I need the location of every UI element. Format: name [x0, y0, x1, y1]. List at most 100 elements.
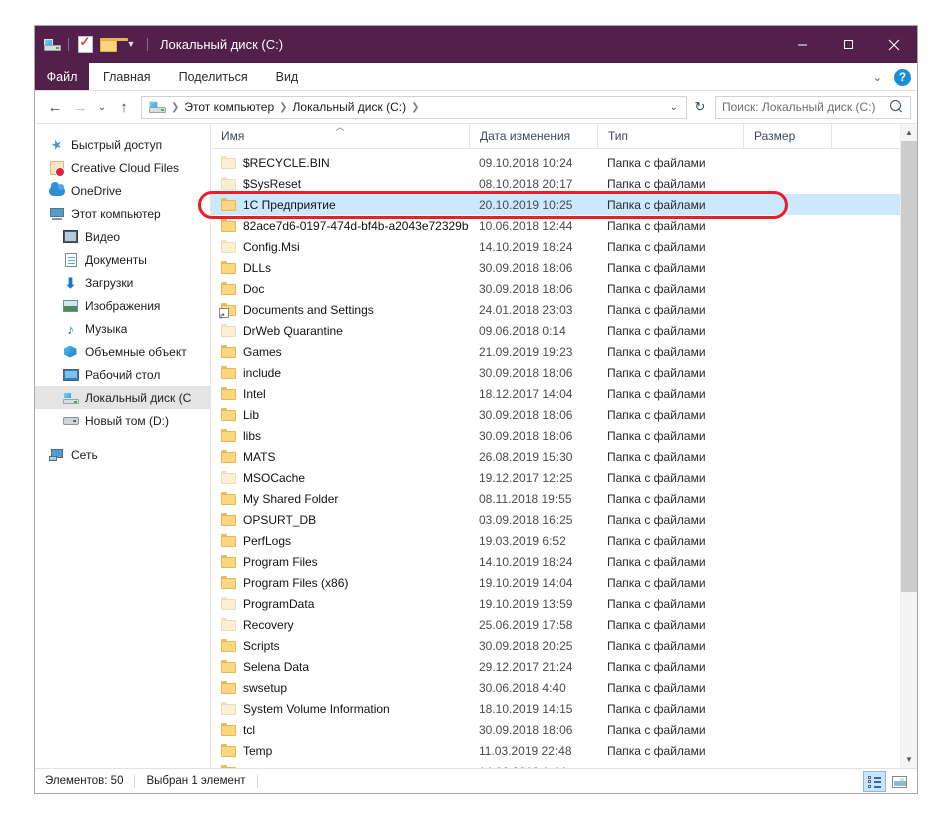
- sidebar-item-3d-objects[interactable]: Объемные объект: [35, 340, 210, 363]
- sidebar-item-music[interactable]: ♪ Музыка: [35, 317, 210, 340]
- folder-icon: [221, 660, 236, 673]
- properties-icon[interactable]: [75, 34, 95, 55]
- table-row[interactable]: 1С Предприятие 20.10.2019 10:25 Папка с фа…: [211, 194, 917, 215]
- cell-date-modified: 14.06.2018 1:44: [469, 761, 597, 769]
- table-row[interactable]: ProgramData 19.10.2019 13:59 Папка с файла…: [211, 593, 917, 614]
- cell-size: [743, 593, 831, 614]
- cell-type: Папка с файлами: [607, 260, 706, 275]
- sidebar-item-creative-cloud-files[interactable]: Creative Cloud Files: [35, 156, 210, 179]
- details-view-button[interactable]: [863, 771, 886, 792]
- table-row[interactable]: OPSURT_DB 03.09.2018 16:25 Папка с файлами: [211, 509, 917, 530]
- sidebar-item-onedrive[interactable]: OneDrive: [35, 179, 210, 202]
- search-box[interactable]: [715, 95, 911, 119]
- back-button[interactable]: ←: [43, 95, 67, 119]
- cell-name: Intel: [211, 383, 469, 404]
- table-row[interactable]: Temp 11.03.2019 22:48 Папка с файлами: [211, 740, 917, 761]
- table-row[interactable]: My Shared Folder 08.11.2018 19:55 Папка с …: [211, 488, 917, 509]
- sidebar-item-downloads[interactable]: ⬇ Загрузки: [35, 271, 210, 294]
- cell-type: Папка с файлами: [607, 239, 706, 254]
- scroll-up-button[interactable]: ▲: [901, 124, 917, 141]
- table-row[interactable]: DrWeb Quarantine 09.06.2018 0:14 Папка с ф…: [211, 320, 917, 341]
- sidebar-item-pictures[interactable]: Изображения: [35, 294, 210, 317]
- minimize-button[interactable]: [779, 26, 825, 63]
- table-row[interactable]: 82ace7d6-0197-474d-bf4b-a2043e72329b 10.0…: [211, 215, 917, 236]
- table-row[interactable]: libs 30.09.2018 18:06 Папка с файлами: [211, 425, 917, 446]
- cell-date-modified: 30.09.2018 18:06: [479, 722, 573, 737]
- maximize-button[interactable]: [825, 26, 871, 63]
- tab-share[interactable]: Поделиться: [165, 63, 262, 90]
- table-row[interactable]: Selena Data 29.12.2017 21:24 Папка с файла…: [211, 656, 917, 677]
- table-row[interactable]: $RECYCLE.BIN 09.10.2018 10:24 Папка с файл…: [211, 152, 917, 173]
- cell-name: Scripts: [211, 635, 469, 656]
- breadcrumb-item-local-disk[interactable]: Локальный диск (C:): [289, 99, 411, 115]
- column-header-row: ︿ Имя Дата изменения Тип Размер: [211, 124, 917, 149]
- table-row[interactable]: MATS 26.08.2019 15:30 Папка с файлами: [211, 446, 917, 467]
- tab-file[interactable]: Файл: [35, 63, 89, 90]
- scrollbar-thumb[interactable]: [901, 141, 917, 593]
- forward-button[interactable]: →: [68, 95, 92, 119]
- cell-type: Папка с файлами: [607, 281, 706, 296]
- chevron-down-icon[interactable]: ⌄: [869, 71, 886, 84]
- scrollbar-track[interactable]: [901, 141, 917, 751]
- tab-home[interactable]: Главная: [89, 63, 165, 90]
- recent-locations-button[interactable]: ⌄: [93, 95, 111, 119]
- table-row[interactable]: DLLs 30.09.2018 18:06 Папка с файлами: [211, 257, 917, 278]
- sidebar-item-quick-access[interactable]: ★ Быстрый доступ: [35, 133, 210, 156]
- refresh-button[interactable]: ↻: [689, 96, 711, 119]
- table-row[interactable]: MSOCache 19.12.2017 12:25 Папка с файлами: [211, 467, 917, 488]
- desktop-icon: [62, 367, 79, 383]
- table-row[interactable]: Doc 30.09.2018 18:06 Папка с файлами: [211, 278, 917, 299]
- vertical-scrollbar[interactable]: ▲ ▼: [900, 124, 917, 768]
- file-name-label: Temp: [243, 743, 273, 758]
- column-header-date-modified[interactable]: Дата изменения: [469, 124, 597, 149]
- search-icon[interactable]: [890, 100, 904, 114]
- cell-size: [743, 551, 831, 572]
- cell-type: [597, 761, 743, 768]
- table-row[interactable]: Lib 30.09.2018 18:06 Папка с файлами: [211, 404, 917, 425]
- pictures-icon: [62, 298, 79, 314]
- sidebar-item-this-pc[interactable]: Этот компьютер: [35, 202, 210, 225]
- sidebar-item-documents[interactable]: Документы: [35, 248, 210, 271]
- table-row[interactable]: tcl 30.09.2018 18:06 Папка с файлами: [211, 719, 917, 740]
- breadcrumb-root-icon[interactable]: [147, 99, 170, 115]
- column-header-size[interactable]: Размер: [743, 124, 831, 149]
- sidebar-item-network[interactable]: Сеть: [35, 443, 210, 466]
- table-row[interactable]: Config.Msi 14.10.2019 18:24 Папка с файлам…: [211, 236, 917, 257]
- table-row[interactable]: Documents and Settings 24.01.2018 23:03 Па…: [211, 299, 917, 320]
- file-name-label: 1С Предприятие: [243, 197, 336, 212]
- table-row[interactable]: Games 21.09.2019 19:23 Папка с файлами: [211, 341, 917, 362]
- sidebar-item-label: Новый том (D:): [85, 413, 169, 428]
- table-row[interactable]: System Volume Information 18.10.2019 14:1…: [211, 698, 917, 719]
- sidebar-item-new-volume-d[interactable]: Новый том (D:): [35, 409, 210, 432]
- sidebar-item-videos[interactable]: Видео: [35, 225, 210, 248]
- table-row[interactable]: Scripts 30.09.2018 20:25 Папка с файлами: [211, 635, 917, 656]
- cell-name: DrWeb Quarantine: [211, 320, 469, 341]
- this-pc-icon[interactable]: [42, 35, 62, 55]
- hdd-icon: [62, 413, 79, 429]
- table-row[interactable]: 14.06.2018 1:44: [211, 761, 917, 768]
- table-row[interactable]: swsetup 30.06.2018 4:40 Папка с файлами: [211, 677, 917, 698]
- search-input[interactable]: [722, 100, 890, 114]
- table-row[interactable]: Program Files (x86) 19.10.2019 14:04 Папка…: [211, 572, 917, 593]
- new-folder-icon[interactable]: [98, 35, 128, 55]
- address-input[interactable]: ❯ Этот компьютер ❯ Локальный диск (C:) ❯…: [141, 95, 687, 119]
- scroll-down-button[interactable]: ▼: [901, 751, 917, 768]
- table-row[interactable]: Program Files 14.10.2019 18:24 Папка с фай…: [211, 551, 917, 572]
- tiles-view-button[interactable]: [888, 771, 911, 792]
- table-row[interactable]: Intel 18.12.2017 14:04 Папка с файлами: [211, 383, 917, 404]
- table-row[interactable]: include 30.09.2018 18:06 Папка с файлами: [211, 362, 917, 383]
- breadcrumb-item-this-pc[interactable]: Этот компьютер: [180, 99, 278, 115]
- table-row[interactable]: $SysReset 08.10.2018 20:17 Папка с файлами: [211, 173, 917, 194]
- close-button[interactable]: [871, 26, 917, 63]
- sidebar-item-desktop[interactable]: Рабочий стол: [35, 363, 210, 386]
- customize-dropdown-icon[interactable]: ▼: [121, 35, 141, 55]
- tab-view[interactable]: Вид: [262, 63, 313, 90]
- up-button[interactable]: ↑: [112, 95, 136, 119]
- help-icon[interactable]: ?: [894, 68, 911, 86]
- column-header-type[interactable]: Тип: [597, 124, 743, 149]
- table-row[interactable]: PerfLogs 19.03.2019 6:52 Папка с файлами: [211, 530, 917, 551]
- address-dropdown-icon[interactable]: ⌄: [664, 102, 684, 113]
- sidebar-item-local-disk-c[interactable]: Локальный диск (C: [35, 386, 210, 409]
- table-row[interactable]: Recovery 25.06.2019 17:58 Папка с файлами: [211, 614, 917, 635]
- column-header-name[interactable]: ︿ Имя: [211, 124, 469, 149]
